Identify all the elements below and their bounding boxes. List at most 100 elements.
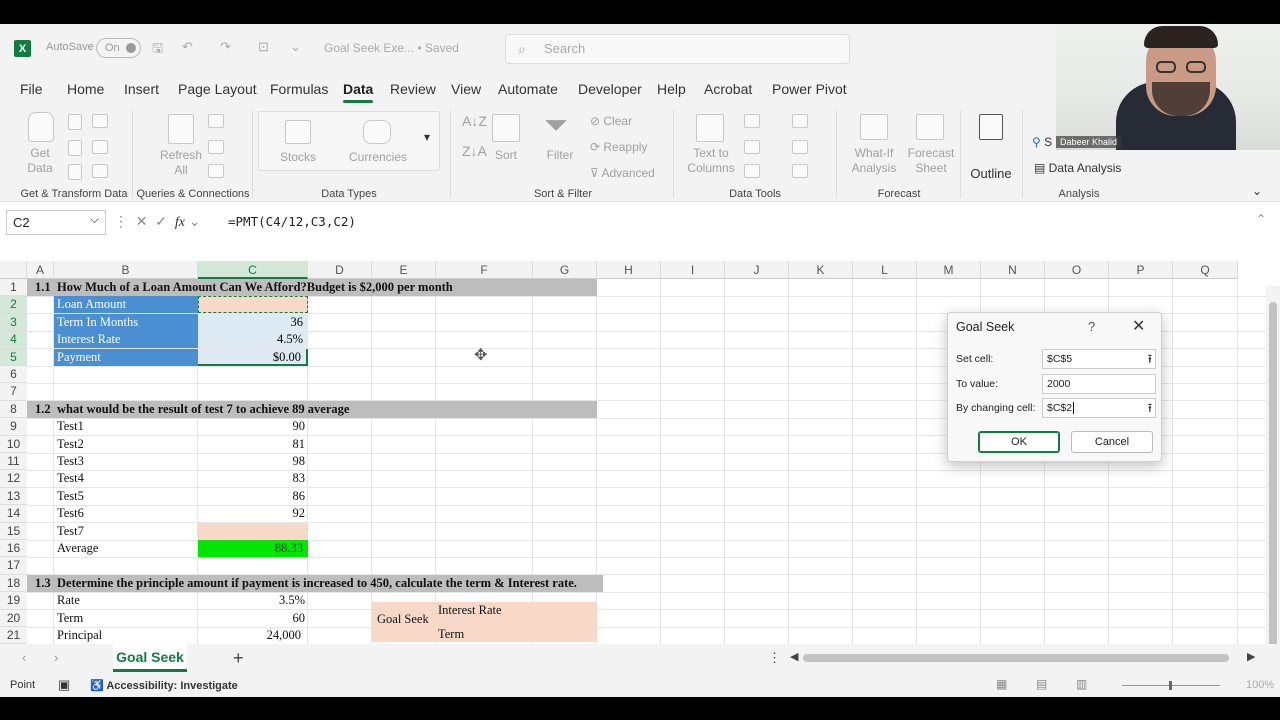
column-header-e[interactable]: E [372,261,436,279]
collapse-ribbon-icon[interactable]: ⌄ [1252,184,1262,199]
row-header-16[interactable]: 16 [0,540,27,558]
edit-links-icon[interactable] [208,164,224,178]
row-header-7[interactable]: 7 [0,383,27,401]
test-label[interactable]: Test1 [57,418,84,435]
row-header-19[interactable]: 19 [0,592,27,610]
select-all-corner[interactable] [0,261,27,279]
menu-help[interactable]: Help [657,81,686,97]
loan-amount-cell[interactable] [198,296,308,314]
collapse-dialog-icon[interactable]: ⭱ [1148,350,1152,368]
row-header-18[interactable]: 18 [0,574,27,593]
row-header-21[interactable]: 21 [0,627,27,645]
row-header-5[interactable]: 5 [0,348,27,366]
test-score-cell[interactable]: 92 [198,505,306,522]
column-header-m[interactable]: M [917,261,981,279]
gallery-more-icon[interactable]: ▾ [424,130,430,145]
formula-input[interactable]: =PMT(C4/12,C3,C2) [228,214,356,229]
what-if-analysis-button[interactable]: What-If Analysis [842,146,906,176]
refresh-all-button[interactable]: Refresh All [156,148,206,178]
row-header-15[interactable]: 15 [0,522,27,540]
autosave-toggle[interactable]: On [96,38,141,58]
payment-cell[interactable]: $0.00 [198,348,308,366]
test-label[interactable]: Test3 [57,453,84,470]
row-header-3[interactable]: 3 [0,313,27,332]
test-label[interactable]: Test7 [57,523,84,540]
average-label[interactable]: Average [57,540,98,557]
document-name[interactable]: Goal Seek Exe... • Saved [324,41,459,55]
recent-sources-icon[interactable] [92,140,108,154]
row-header-14[interactable]: 14 [0,505,27,523]
menu-review[interactable]: Review [390,81,436,97]
test-score-cell[interactable]: 81 [198,436,306,453]
loan-amount-label[interactable]: Loan Amount [54,296,198,314]
column-header-h[interactable]: H [597,261,661,279]
changing-cell-field[interactable]: $C$2 ⭱ [1042,398,1156,418]
row-header-11[interactable]: 11 [0,453,27,471]
cancel-button[interactable]: Cancel [1071,431,1153,453]
row-header-9[interactable]: 9 [0,418,27,436]
menu-home[interactable]: Home [67,81,104,97]
column-header-d[interactable]: D [308,261,372,279]
menu-view[interactable]: View [451,81,481,97]
advanced-button[interactable]: ⊽ Advanced [590,166,655,181]
principal-cell[interactable]: 24,000 [198,627,301,644]
rate-cell[interactable]: 3.5% [198,592,305,609]
menu-data[interactable]: Data [343,81,374,103]
help-icon[interactable]: ? [1088,319,1095,334]
column-header-b[interactable]: B [54,261,198,279]
column-header-j[interactable]: J [725,261,789,279]
row-header-4[interactable]: 4 [0,331,27,349]
row-header-10[interactable]: 10 [0,435,27,453]
relationships-icon[interactable] [792,140,808,154]
column-header-k[interactable]: K [789,261,853,279]
test-label[interactable]: Test2 [57,436,84,453]
row-header-17[interactable]: 17 [0,557,27,575]
average-cell[interactable]: 88.33 [198,540,308,557]
menu-page-layout[interactable]: Page Layout [178,81,257,97]
sort-descending-icon[interactable]: Z↓A [462,144,487,159]
sort-ascending-icon[interactable]: A↓Z [462,114,487,129]
row-header-1[interactable]: 1 [0,279,27,297]
menu-formulas[interactable]: Formulas [270,81,328,97]
from-table-icon[interactable] [68,140,82,156]
test-score-cell[interactable]: 98 [198,453,306,470]
accessibility-status[interactable]: ♿ Accessibility: Investigate [90,679,238,692]
forecast-sheet-button[interactable]: Forecast Sheet [906,146,956,176]
menu-acrobat[interactable]: Acrobat [704,81,752,97]
column-header-o[interactable]: O [1045,261,1109,279]
sheet-tab-goal-seek[interactable]: Goal Seek [113,644,187,672]
add-sheet-icon[interactable]: + [233,648,244,669]
menu-automate[interactable]: Automate [498,81,558,97]
prev-sheet-icon[interactable]: ‹ [22,650,26,665]
vertical-scrollbar[interactable] [1266,286,1280,666]
page-layout-view-icon[interactable]: ▤ [1036,677,1047,691]
close-icon[interactable]: ✕ [1132,316,1145,336]
save-icon[interactable]: 🖫 [152,39,163,61]
to-value-field[interactable]: 2000 [1042,374,1156,394]
zoom-level[interactable]: 100% [1246,679,1274,691]
customize-qat-icon[interactable]: ⌄ [290,39,301,55]
goal-seek-label[interactable]: Goal Seek [377,611,429,628]
test-score-cell[interactable]: 86 [198,488,306,505]
term-label[interactable]: Term In Months [54,313,198,331]
from-text-icon[interactable] [68,114,82,130]
test-score-cell[interactable]: 83 [198,470,306,487]
tab-splitter-icon[interactable]: ⋮ [768,650,781,666]
row-header-8[interactable]: 8 [0,400,27,419]
scroll-left-icon[interactable]: ◀ [790,650,798,663]
currencies-button[interactable]: Currencies [345,150,411,165]
data-validation-icon[interactable] [744,164,760,178]
column-header-a[interactable]: A [27,261,54,279]
undo-icon[interactable]: ↶ [182,39,193,55]
from-web-icon[interactable] [92,114,108,128]
goal-seek-term-label[interactable]: Term [438,626,464,643]
set-cell-field[interactable]: $C$5 ⭱ [1042,349,1156,369]
interest-rate-label[interactable]: Interest Rate [54,331,198,349]
test-score-cell[interactable]: 90 [198,418,306,435]
column-header-n[interactable]: N [981,261,1045,279]
get-data-button[interactable]: Get Data [20,146,60,176]
vertical-scroll-thumb[interactable] [1269,302,1277,648]
queries-icon[interactable] [208,114,224,128]
flash-fill-icon[interactable] [744,114,760,128]
manage-data-model-icon[interactable] [792,164,808,178]
